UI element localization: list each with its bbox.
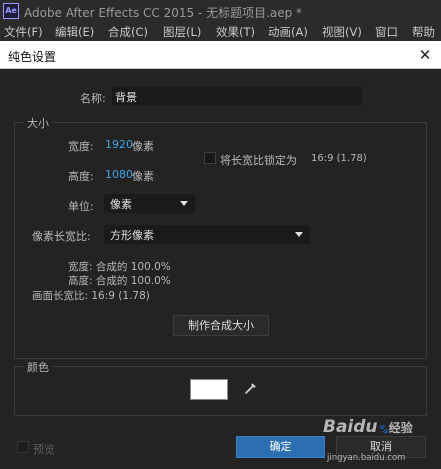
- info-width: 宽度: 合成的 100.0%: [68, 261, 171, 273]
- lock-ratio-value: 16:9 (1.78): [311, 153, 367, 164]
- watermark-brand: Baidu: [323, 417, 378, 437]
- height-label: 高度:: [68, 170, 94, 183]
- chevron-down-icon: [295, 232, 303, 237]
- info-frame-aspect: 画面长宽比: 16:9 (1.78): [32, 290, 150, 302]
- menu-help[interactable]: 帮助: [412, 24, 435, 40]
- height-value[interactable]: 1080: [105, 168, 133, 181]
- name-label: 名称:: [80, 92, 106, 105]
- menu-effect[interactable]: 效果(T): [216, 24, 255, 40]
- menu-view[interactable]: 视图(V): [322, 24, 362, 40]
- watermark-suffix: 经验: [388, 421, 413, 435]
- name-value: 背景: [115, 91, 137, 104]
- watermark-url: jingyan.baidu.com: [327, 453, 406, 463]
- chevron-down-icon: [180, 201, 188, 206]
- color-swatch[interactable]: [190, 379, 228, 400]
- width-value[interactable]: 1920: [105, 138, 133, 151]
- app-title: Adobe After Effects CC 2015 - 无标题项目.aep …: [24, 6, 303, 20]
- lock-ratio-checkbox[interactable]: [204, 152, 216, 164]
- menu-window[interactable]: 窗口: [375, 24, 398, 40]
- dialog-title: 纯色设置: [8, 50, 57, 64]
- menu-layer[interactable]: 图层(L): [163, 24, 201, 40]
- make-comp-size-button[interactable]: 制作合成大小: [173, 315, 269, 336]
- color-section-title: 颜色: [24, 359, 52, 375]
- width-unit: 像素: [132, 140, 154, 153]
- dialog-titlebar: 纯色设置 ✕: [0, 41, 441, 69]
- app-titlebar: Ae Adobe After Effects CC 2015 - 无标题项目.a…: [0, 0, 441, 22]
- menu-bar: 文件(F) 编辑(E) 合成(C) 图层(L) 效果(T) 动画(A) 视图(V…: [0, 22, 441, 41]
- info-height: 高度: 合成的 100.0%: [68, 275, 171, 287]
- menu-composition[interactable]: 合成(C): [108, 24, 148, 40]
- units-label: 单位:: [68, 200, 94, 213]
- name-field[interactable]: 背景: [112, 87, 362, 105]
- units-value: 像素: [110, 198, 132, 211]
- close-icon[interactable]: ✕: [415, 45, 435, 65]
- menu-edit[interactable]: 编辑(E): [55, 24, 94, 40]
- eyedropper-icon[interactable]: [242, 381, 258, 397]
- width-label: 宽度:: [68, 140, 94, 153]
- ae-logo-icon: Ae: [3, 3, 19, 19]
- lock-ratio-label: 将长宽比锁定为: [220, 154, 297, 167]
- pixel-aspect-dropdown[interactable]: 方形像素: [104, 225, 310, 244]
- preview-checkbox[interactable]: [17, 441, 29, 453]
- pixel-aspect-value: 方形像素: [110, 229, 154, 242]
- pixel-aspect-label: 像素长宽比:: [32, 230, 91, 243]
- units-dropdown[interactable]: 像素: [104, 194, 195, 213]
- menu-animation[interactable]: 动画(A): [268, 24, 308, 40]
- ok-button[interactable]: 确定: [236, 436, 325, 458]
- size-section-title: 大小: [24, 115, 52, 131]
- height-unit: 像素: [132, 170, 154, 183]
- watermark-logo: Baidu🐾经验: [323, 417, 413, 437]
- menu-file[interactable]: 文件(F): [4, 24, 43, 40]
- solid-settings-dialog: 名称: 背景 大小 宽度: 1920 像素 将长宽比锁定为 16:9 (1.78…: [0, 70, 441, 469]
- preview-label: 预览: [33, 443, 55, 456]
